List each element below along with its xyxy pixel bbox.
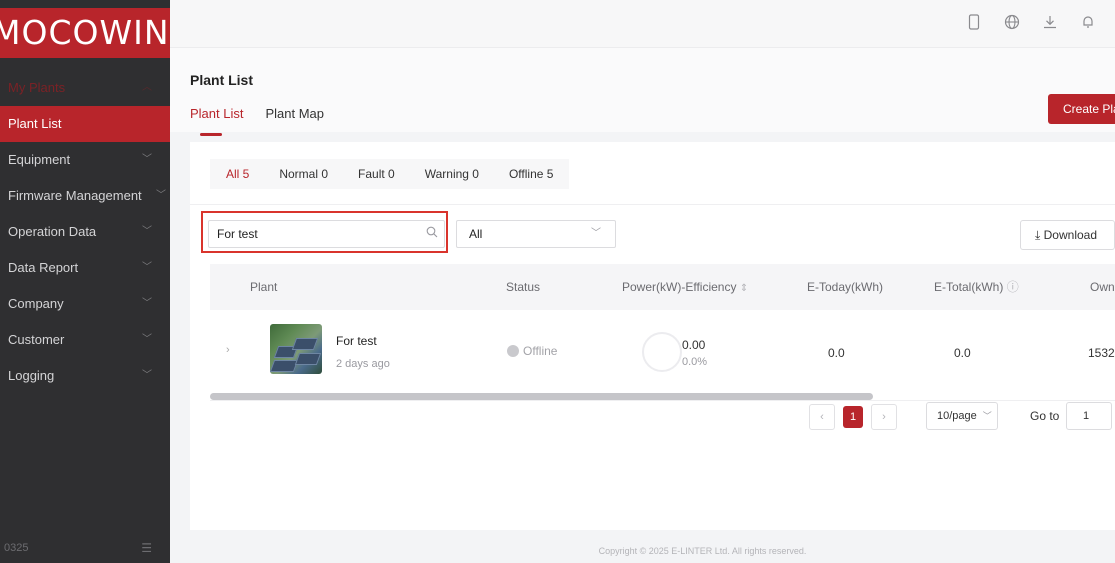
create-plant-button[interactable]: Create Pla (1048, 94, 1115, 124)
chevron-right-icon[interactable]: › (226, 344, 230, 356)
chevron-up-icon: ︿ (142, 82, 152, 93)
download-icon: ⤓ (1035, 228, 1044, 242)
sidebar-footer: 0325 ☰ (0, 533, 170, 563)
chevron-down-icon: ﹀ (142, 334, 152, 345)
chevron-down-icon: ﹀ (142, 154, 152, 165)
filter-all[interactable]: All 5 (226, 167, 249, 181)
tab-plant-map[interactable]: Plant Map (265, 106, 324, 130)
column-header-plant: Plant (250, 280, 278, 294)
filter-offline[interactable]: Offline 5 (509, 167, 553, 181)
page-header: Plant List Plant List Plant Map Create P… (170, 48, 1115, 136)
brand-logo: MOCOWINI (0, 8, 170, 58)
filter-fault[interactable]: Fault 0 (358, 167, 395, 181)
goto-label: Go to (1030, 409, 1060, 423)
top-bar-actions (965, 14, 1115, 32)
column-header-e-total: E-Total(kWh) ⓘ (934, 264, 1019, 310)
column-header-e-today: E-Today(kWh) (807, 280, 884, 294)
status-label: Offline (523, 344, 558, 358)
plant-thumbnail (270, 324, 322, 374)
page-number-current[interactable]: 1 (843, 406, 863, 428)
efficiency-value: 0.0% (682, 356, 708, 368)
chevron-down-icon: ﹀ (142, 298, 152, 309)
sidebar-item-label: Customer (8, 332, 65, 347)
chevron-down-icon: ﹀ (142, 226, 152, 237)
plant-name[interactable]: For test (336, 334, 377, 348)
chevron-down-icon: ﹀ (982, 411, 992, 421)
horizontal-scrollbar[interactable] (210, 393, 873, 400)
status-filter-bar: All 5 Normal 0 Fault 0 Warning 0 Offline… (210, 159, 570, 189)
goto-page-input[interactable]: 1 (1066, 402, 1112, 430)
version-label: 0325 (4, 542, 29, 554)
chevron-down-icon: ﹀ (142, 370, 152, 381)
page-title: Plant List (190, 72, 254, 88)
filter-warning[interactable]: Warning 0 (425, 167, 479, 181)
chevron-down-icon: ﹀ (156, 190, 166, 201)
offline-status-icon (507, 345, 519, 357)
top-bar (170, 0, 1115, 48)
globe-icon[interactable] (1003, 14, 1021, 32)
download-label: Download (1043, 228, 1098, 242)
sidebar-item-label: Plant List (8, 116, 62, 131)
power-value: 0.00 (682, 338, 706, 352)
chevron-down-icon: ﹀ (591, 228, 601, 239)
sidebar-item-label: Firmware Management (8, 188, 142, 203)
sidebar-item-firmware-management[interactable]: Firmware Management ﹀ (0, 178, 170, 214)
mobile-icon[interactable] (965, 14, 983, 32)
sidebar-item-label: Data Report (8, 260, 79, 275)
filter-normal[interactable]: Normal 0 (279, 167, 328, 181)
help-icon[interactable]: ⓘ (1007, 280, 1019, 294)
column-header-label: Power(kW)-Efficiency (622, 280, 737, 294)
sidebar-item-plant-list[interactable]: Plant List (0, 106, 170, 142)
download-button[interactable]: ⤓ Download (1020, 220, 1115, 250)
select-value: All (469, 227, 483, 241)
page-tabs: Plant List Plant Map (190, 106, 324, 136)
sidebar-item-label: My Plants (8, 80, 66, 95)
copyright-footer: Copyright © 2025 E-LINTER Ltd. All right… (598, 546, 807, 556)
status-badge: Offline (507, 344, 557, 358)
prev-page-button[interactable]: ‹ (809, 404, 835, 430)
bell-icon[interactable] (1079, 14, 1097, 32)
tab-plant-list[interactable]: Plant List (190, 106, 243, 136)
plant-type-select[interactable]: All ﹀ (456, 220, 616, 248)
column-header-power[interactable]: Power(kW)-Efficiency ⇕ (622, 264, 748, 310)
search-input[interactable]: For test (208, 220, 445, 248)
sidebar-item-operation-data[interactable]: Operation Data ﹀ (0, 214, 170, 250)
sidebar-item-label: Company (8, 296, 64, 311)
sidebar-item-logging[interactable]: Logging ﹀ (0, 358, 170, 394)
owner-value: 15322 (1088, 346, 1115, 360)
sidebar-item-equipment[interactable]: Equipment ﹀ (0, 142, 170, 178)
efficiency-ring (642, 332, 682, 372)
download-icon[interactable] (1041, 14, 1059, 32)
sidebar: MOCOWINI My Plants ︿ Plant List Equipmen… (0, 0, 170, 563)
divider (210, 400, 1115, 401)
page-size-select[interactable]: 10/page ﹀ (926, 402, 998, 430)
sidebar-nav: My Plants ︿ Plant List Equipment ﹀ Firmw… (0, 70, 170, 394)
table-row[interactable]: › For test 2 days ago Offline 0.00 0.0% … (210, 312, 1115, 390)
sidebar-item-data-report[interactable]: Data Report ﹀ (0, 250, 170, 286)
sidebar-item-label: Operation Data (8, 224, 97, 239)
sort-icon[interactable]: ⇕ (740, 283, 748, 294)
sidebar-item-label: Equipment (8, 152, 71, 167)
collapse-menu-icon[interactable]: ☰ (141, 533, 152, 563)
search-icon[interactable] (426, 226, 438, 241)
sidebar-item-label: Logging (8, 368, 55, 383)
column-header-label: E-Total(kWh) (934, 280, 1004, 294)
column-header-status[interactable]: Status (506, 264, 540, 310)
divider (190, 204, 1115, 205)
chevron-down-icon: ﹀ (142, 262, 152, 273)
next-page-button[interactable]: › (871, 404, 897, 430)
e-total-value: 0.0 (954, 346, 971, 360)
plant-list-card: All 5 Normal 0 Fault 0 Warning 0 Offline… (190, 142, 1115, 530)
sidebar-item-customer[interactable]: Customer ﹀ (0, 322, 170, 358)
sidebar-item-my-plants[interactable]: My Plants ︿ (0, 70, 170, 106)
column-header-owner: Owner (1090, 280, 1115, 294)
sidebar-item-company[interactable]: Company ﹀ (0, 286, 170, 322)
table-header: Plant Status Power(kW)-Efficiency ⇕ E-To… (210, 264, 1115, 310)
page-size-value: 10/page (937, 410, 977, 422)
plant-updated: 2 days ago (336, 358, 390, 370)
e-today-value: 0.0 (828, 346, 845, 360)
app-root: MOCOWINI My Plants ︿ Plant List Equipmen… (0, 0, 1115, 563)
